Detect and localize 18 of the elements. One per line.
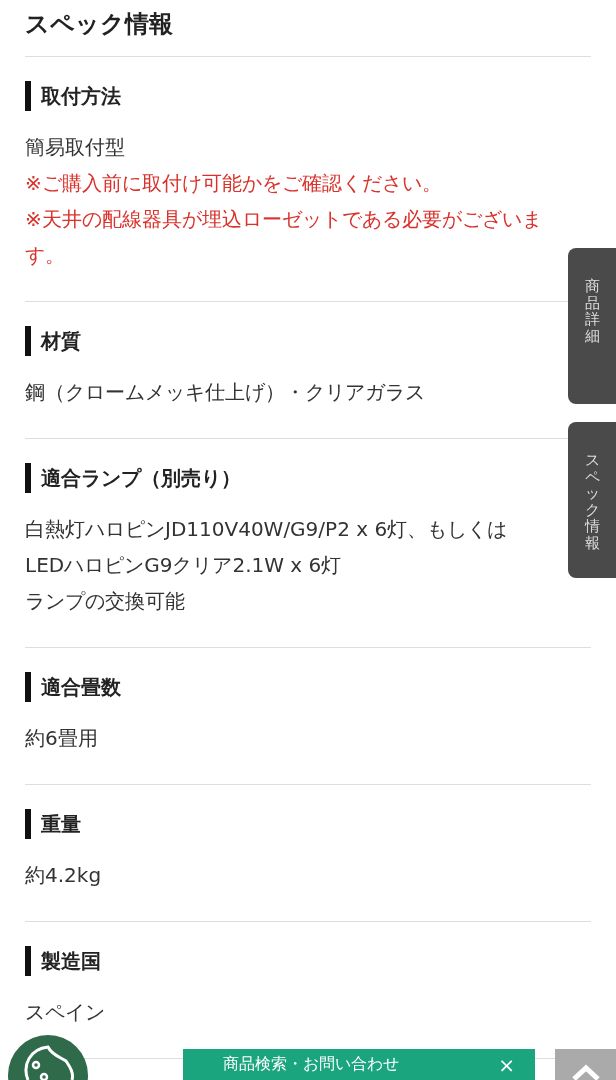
note-text: ※ご購入前に取付け可能かをご確認ください。 [25,170,443,197]
spec-text: 鋼（クロームメッキ仕上げ）・クリアガラス [25,379,426,406]
spec-text: 約4.2kg [25,862,103,889]
spec-text: ランプの交換可能 [25,588,186,615]
spec-text: 白熱灯ハロピンJD110V40W/G9/P2 x 6灯、もしくは [25,516,509,543]
section-heading: 適合畳数 [25,672,591,702]
spec-text: LEDハロピンG9クリア2.1W x 6灯 [25,552,343,579]
note-text: ※天井の配線器具が埋込ローゼットである必要がございます。 [25,206,543,269]
section-heading: 製造国 [25,946,591,976]
page-title: スペック情報 [25,0,591,57]
section-heading: 取付方法 [25,81,591,111]
chevron-up-icon [570,1064,601,1080]
spec-text: 簡易取付型 [25,134,126,161]
cookie-icon[interactable] [8,1035,88,1080]
spec-text: スペイン [25,999,106,1026]
spec-text: 約6畳用 [25,725,99,752]
side-tab[interactable]: スペック情報 [568,422,616,578]
section-heading: 重量 [25,809,591,839]
